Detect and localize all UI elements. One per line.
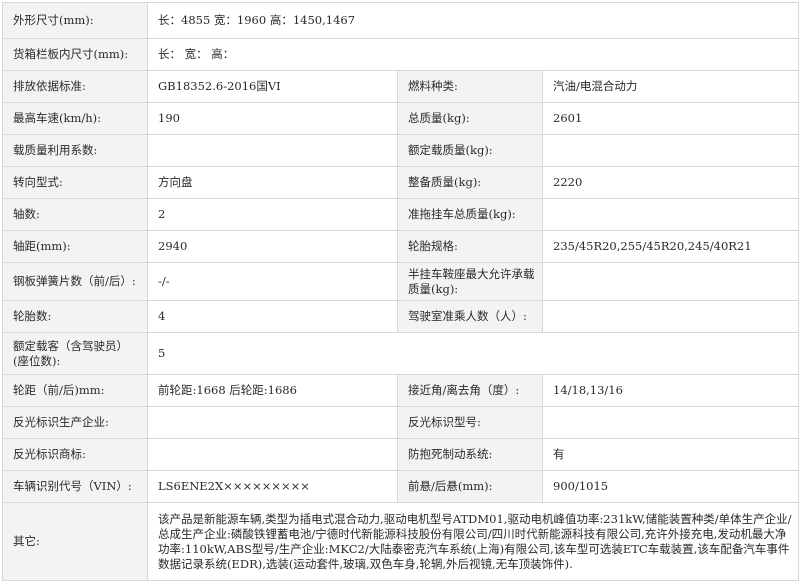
emission-standard-value: GB18352.6-2016国VI — [147, 70, 398, 103]
load-utilization-label: 载质量利用系数: — [2, 134, 148, 167]
reflector-maker-label: 反光标识生产企业: — [2, 406, 148, 439]
load-utilization-value — [147, 134, 398, 167]
total-mass-value: 2601 — [541, 102, 800, 135]
table-row: 最高车速(km/h): 190 总质量(kg): 2601 — [2, 102, 800, 135]
table-row: 车辆识别代号（VIN）: LS6ENE2X××××××××× 前悬/后悬(mm)… — [2, 470, 800, 503]
table-row: 排放依据标准: GB18352.6-2016国VI 燃料种类: 汽油/电混合动力 — [2, 70, 800, 103]
cab-capacity-value — [541, 300, 800, 333]
overhang-label: 前悬/后悬(mm): — [397, 470, 543, 503]
fifth-wheel-load-value — [541, 262, 800, 301]
trailer-mass-label: 准拖挂车总质量(kg): — [397, 198, 543, 231]
vin-label: 车辆识别代号（VIN）: — [2, 470, 148, 503]
axle-count-label: 轴数: — [2, 198, 148, 231]
reflector-model-label: 反光标识型号: — [397, 406, 543, 439]
wheelbase-value: 2940 — [147, 230, 398, 263]
vin-value: LS6ENE2X××××××××× — [147, 470, 398, 503]
fuel-type-value: 汽油/电混合动力 — [541, 70, 800, 103]
leaf-spring-label: 钢板弹簧片数（前/后）: — [2, 262, 148, 301]
table-row: 轮胎数: 4 驾驶室准乘人数（人）: — [2, 300, 800, 333]
steering-type-label: 转向型式: — [2, 166, 148, 199]
leaf-spring-value: -/- — [147, 262, 398, 301]
table-row: 轮距（前/后)mm: 前轮距:1668 后轮距:1686 接近角/离去角（度）:… — [2, 374, 800, 407]
rated-load-value — [541, 134, 800, 167]
reflector-brand-value — [147, 438, 398, 471]
tire-count-value: 4 — [147, 300, 398, 333]
track-width-label: 轮距（前/后)mm: — [2, 374, 148, 407]
max-speed-value: 190 — [147, 102, 398, 135]
table-row: 外形尺寸(mm): 长：4855 宽：1960 高：1450,1467 — [2, 2, 800, 39]
cargo-box-dimensions-label: 货箱栏板内尺寸(mm): — [2, 38, 148, 71]
fifth-wheel-load-label: 半挂车鞍座最大允许承载质量(kg): — [397, 262, 543, 301]
rated-passengers-label: 额定载客（含驾驶员）(座位数): — [2, 332, 148, 375]
track-width-value: 前轮距:1668 后轮距:1686 — [147, 374, 398, 407]
table-row: 轴数: 2 准拖挂车总质量(kg): — [2, 198, 800, 231]
reflector-maker-value — [147, 406, 398, 439]
tire-spec-value: 235/45R20,255/45R20,245/40R21 — [541, 230, 800, 263]
curb-weight-value: 2220 — [541, 166, 800, 199]
rated-passengers-value: 5 — [146, 332, 800, 375]
dimensions-label: 外形尺寸(mm): — [2, 2, 148, 39]
table-row: 货箱栏板内尺寸(mm): 长： 宽： 高： — [2, 38, 800, 71]
fuel-type-label: 燃料种类: — [397, 70, 543, 103]
cab-capacity-label: 驾驶室准乘人数（人）: — [397, 300, 543, 333]
reflector-model-value — [541, 406, 800, 439]
reflector-brand-label: 反光标识商标: — [2, 438, 148, 471]
tire-spec-label: 轮胎规格: — [397, 230, 543, 263]
approach-departure-angle-value: 14/18,13/16 — [541, 374, 800, 407]
total-mass-label: 总质量(kg): — [397, 102, 543, 135]
trailer-mass-value — [541, 198, 800, 231]
vehicle-spec-table: 外形尺寸(mm): 长：4855 宽：1960 高：1450,1467 货箱栏板… — [2, 2, 800, 581]
table-row: 载质量利用系数: 额定载质量(kg): — [2, 134, 800, 167]
tire-count-label: 轮胎数: — [2, 300, 148, 333]
steering-type-value: 方向盘 — [147, 166, 398, 199]
table-row: 钢板弹簧片数（前/后）: -/- 半挂车鞍座最大允许承载质量(kg): — [2, 262, 800, 301]
approach-departure-angle-label: 接近角/离去角（度）: — [397, 374, 543, 407]
rated-load-label: 额定载质量(kg): — [397, 134, 543, 167]
other-value: 该产品是新能源车辆,类型为插电式混合动力,驱动电机型号ATDM01,驱动电机峰值… — [146, 502, 800, 581]
emission-standard-label: 排放依据标准: — [2, 70, 148, 103]
other-label: 其它: — [2, 502, 148, 581]
table-row: 转向型式: 方向盘 整备质量(kg): 2220 — [2, 166, 800, 199]
cargo-box-dimensions-value: 长： 宽： 高： — [146, 38, 800, 71]
wheelbase-label: 轴距(mm): — [2, 230, 148, 263]
table-row: 额定载客（含驾驶员）(座位数): 5 — [2, 332, 800, 375]
abs-label: 防抱死制动系统: — [397, 438, 543, 471]
table-row: 轴距(mm): 2940 轮胎规格: 235/45R20,255/45R20,2… — [2, 230, 800, 263]
overhang-value: 900/1015 — [541, 470, 800, 503]
max-speed-label: 最高车速(km/h): — [2, 102, 148, 135]
abs-value: 有 — [541, 438, 800, 471]
curb-weight-label: 整备质量(kg): — [397, 166, 543, 199]
table-row: 反光标识商标: 防抱死制动系统: 有 — [2, 438, 800, 471]
table-row: 反光标识生产企业: 反光标识型号: — [2, 406, 800, 439]
axle-count-value: 2 — [147, 198, 398, 231]
table-row: 其它: 该产品是新能源车辆,类型为插电式混合动力,驱动电机型号ATDM01,驱动… — [2, 502, 800, 581]
dimensions-value: 长：4855 宽：1960 高：1450,1467 — [146, 2, 800, 39]
